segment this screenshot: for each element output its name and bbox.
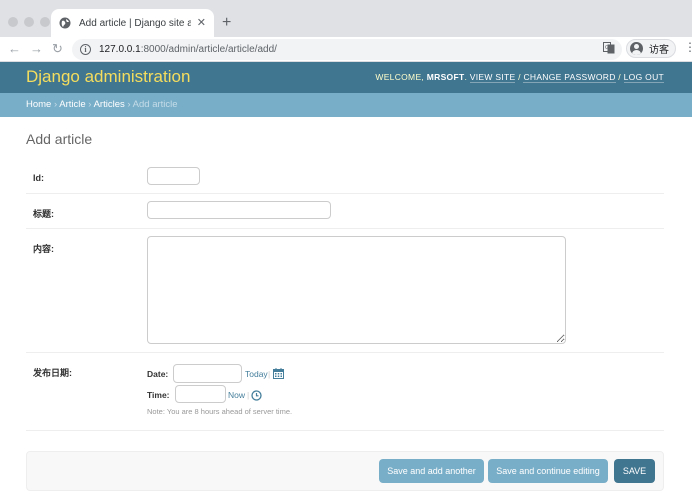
publish-date-label: 发布日期: [33,368,72,378]
save-button[interactable]: SAVE [614,459,655,483]
title-label: 标题: [33,209,54,219]
time-shortcut-separator: | [247,390,250,400]
log-out-link[interactable]: LOG OUT [623,72,664,83]
svg-text:G: G [605,45,609,51]
content-textarea[interactable] [147,236,566,344]
back-icon[interactable]: ← [8,40,21,58]
forward-icon[interactable]: → [30,40,43,58]
profile-label: 访客 [649,45,669,56]
welcome-text: WELCOME, [375,72,425,82]
id-field[interactable] [147,167,200,185]
url-host: 127.0.0.1 [99,44,141,55]
username: MRSOFT [426,72,465,82]
submit-row: Save and add another Save and continue e… [26,451,664,491]
browser-tab-bar: Add article | Django site admin ✕ + [0,0,692,37]
user-tools: WELCOME, MRSOFT. VIEW SITE / CHANGE PASS… [375,72,664,83]
breadcrumb-current: Add article [132,99,178,110]
close-window-button[interactable] [8,17,18,27]
admin-header: Django administration WELCOME, MRSOFT. V… [0,62,692,93]
reload-icon[interactable]: ↻ [52,40,63,58]
translate-icon[interactable]: G [603,42,615,54]
profile-button[interactable]: 访客 [626,39,676,58]
browser-toolbar: ← → ↻ i 127.0.0.1:8000/admin/article/art… [0,37,692,62]
url-text: 127.0.0.1:8000/admin/article/article/add… [99,44,277,55]
site-branding[interactable]: Django administration [26,67,190,87]
clock-icon[interactable] [251,390,262,401]
tab-title: Add article | Django site admin [79,17,191,29]
form-row-title: 标题: [26,194,664,229]
breadcrumb: Home › Article › Articles › Add article [0,93,692,117]
breadcrumb-app[interactable]: Article [59,99,85,110]
timezone-note: Note: You are 8 hours ahead of server ti… [147,407,293,416]
form-row-publish-date: 发布日期: [26,353,664,431]
date-field[interactable] [173,364,242,383]
url-path: :8000/admin/article/article/add/ [140,44,277,55]
site-info-icon[interactable]: i [80,44,91,55]
now-link[interactable]: Now [228,390,245,400]
address-bar[interactable]: i 127.0.0.1:8000/admin/article/article/a… [72,39,622,60]
minimize-window-button[interactable] [24,17,34,27]
maximize-window-button[interactable] [40,17,50,27]
id-label: Id: [33,173,44,183]
time-sub-label: Time: [147,390,170,400]
time-field[interactable] [175,385,226,403]
breadcrumb-model[interactable]: Articles [94,99,125,110]
date-shortcut-separator: | [268,369,271,379]
save-and-add-another-button[interactable]: Save and add another [379,459,484,483]
close-tab-icon[interactable]: ✕ [197,17,206,29]
content-label: 内容: [33,244,54,254]
window-controls[interactable] [8,17,50,27]
page-title: Add article [26,131,93,147]
browser-tab[interactable]: Add article | Django site admin ✕ [51,9,214,37]
view-site-link[interactable]: VIEW SITE [469,72,516,83]
globe-icon [59,17,71,29]
avatar-icon [630,42,643,55]
calendar-icon[interactable] [273,368,284,379]
today-link[interactable]: Today [245,369,268,379]
title-field[interactable] [147,201,331,219]
date-sub-label: Date: [147,369,169,379]
more-menu-icon[interactable]: ⋮ [684,41,692,53]
form-row-id: Id: [26,159,664,194]
change-password-link[interactable]: CHANGE PASSWORD [523,72,616,83]
new-tab-icon[interactable]: + [222,15,231,31]
breadcrumb-home[interactable]: Home [26,99,51,110]
save-and-continue-button[interactable]: Save and continue editing [488,459,608,483]
